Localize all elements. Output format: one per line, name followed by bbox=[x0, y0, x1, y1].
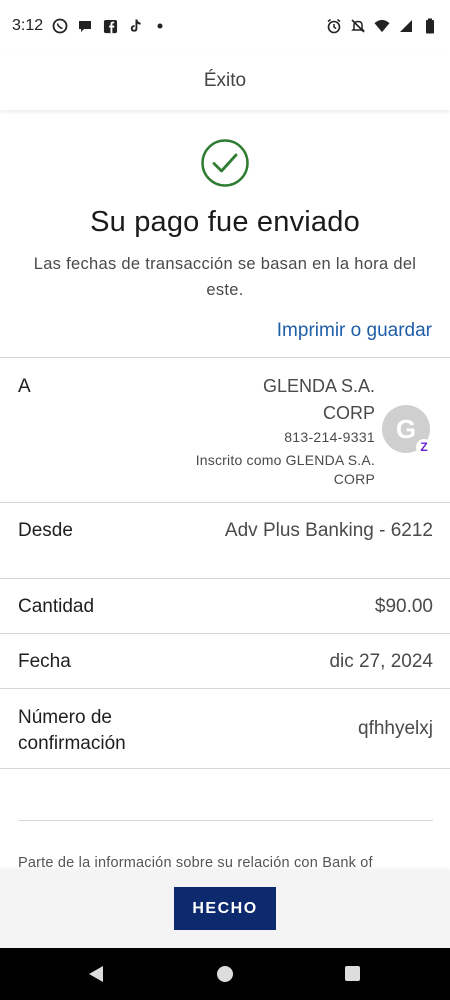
done-button[interactable]: HECHO bbox=[174, 887, 276, 930]
back-icon[interactable] bbox=[88, 965, 104, 988]
chat-bubble-icon bbox=[77, 18, 93, 34]
from-label: Desde bbox=[18, 520, 73, 541]
facebook-icon bbox=[102, 18, 118, 34]
success-heading: Su pago fue enviado bbox=[90, 206, 360, 238]
whatsapp-icon bbox=[52, 18, 68, 34]
recipient-name: GLENDA S.A. CORP bbox=[262, 376, 375, 423]
confirmation-label: Número de confirmación bbox=[18, 707, 126, 754]
mute-icon bbox=[350, 18, 366, 34]
divider bbox=[0, 578, 450, 579]
dot-icon bbox=[152, 18, 168, 34]
page-title: Éxito bbox=[203, 70, 247, 91]
divider bbox=[0, 357, 450, 358]
divider bbox=[0, 633, 450, 634]
app-header: Éxito bbox=[0, 52, 450, 110]
disclaimer-text: Parte de la información sobre su relació… bbox=[18, 855, 373, 871]
amount-label: Cantidad bbox=[18, 596, 95, 617]
recipient-enrolled-as: Inscrito como GLENDA S.A. CORP bbox=[195, 452, 375, 487]
success-check-icon bbox=[200, 138, 250, 188]
avatar-initial: G bbox=[395, 413, 417, 444]
from-value: Adv Plus Banking - 6212 bbox=[224, 520, 433, 541]
status-time: 3:12 bbox=[12, 17, 44, 34]
success-subtitle: Las fechas de transacción se basan en la… bbox=[33, 255, 417, 299]
recent-apps-icon[interactable] bbox=[345, 966, 360, 981]
divider bbox=[18, 820, 433, 821]
signal-icon bbox=[398, 18, 414, 34]
date-label: Fecha bbox=[18, 651, 71, 672]
amount-value: $90.00 bbox=[374, 596, 433, 617]
wifi-icon bbox=[374, 18, 390, 34]
battery-icon bbox=[422, 18, 438, 34]
zelle-badge-icon: Z bbox=[416, 439, 432, 455]
alarm-icon bbox=[326, 18, 342, 34]
divider bbox=[0, 688, 450, 689]
print-save-link[interactable]: Imprimir o guardar bbox=[277, 320, 432, 342]
tiktok-icon bbox=[127, 18, 143, 34]
status-bar: 3:12 bbox=[0, 0, 450, 52]
recipient-label: A bbox=[18, 376, 31, 397]
divider bbox=[0, 502, 450, 503]
recipient-phone: 813-214-9331 bbox=[284, 429, 375, 445]
confirmation-value: qfhhyelxj bbox=[358, 718, 433, 739]
date-value: dic 27, 2024 bbox=[329, 651, 433, 672]
home-icon[interactable] bbox=[217, 966, 233, 982]
divider bbox=[0, 768, 450, 769]
